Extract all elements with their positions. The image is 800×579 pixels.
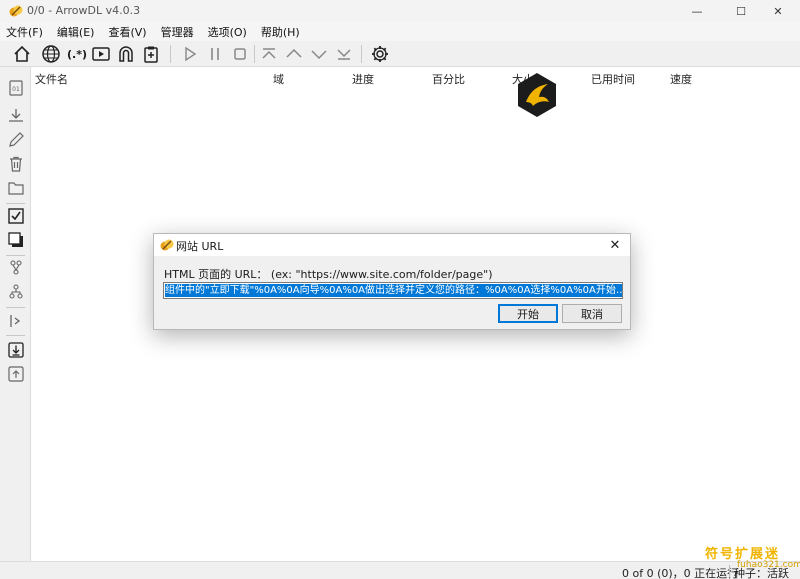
move-down-icon[interactable]	[308, 43, 330, 65]
menu-manager[interactable]: 管理器	[161, 24, 194, 40]
folder-icon[interactable]	[5, 177, 27, 199]
menu-help[interactable]: 帮助(H)	[261, 24, 300, 40]
menu-bar: 文件(F) 编辑(E) 查看(V) 管理器 选项(O) 帮助(H)	[0, 22, 800, 41]
regex-icon[interactable]: (.*)	[65, 43, 89, 65]
trash-icon[interactable]	[5, 153, 27, 175]
url-field-label: HTML 页面的 URL： (ex: "https://www.site.com…	[164, 268, 493, 281]
sidebar-separator	[6, 203, 25, 204]
toolbar: (.*)	[0, 41, 800, 67]
menu-file[interactable]: 文件(F)	[6, 24, 43, 40]
column-header-elapsed[interactable]: 已用时间	[591, 71, 635, 87]
tree-collapse-icon[interactable]	[5, 281, 27, 303]
menu-view[interactable]: 查看(V)	[108, 24, 146, 40]
column-header-filename[interactable]: 文件名	[35, 71, 68, 87]
url-input-value: 组件中的"立即下载"%0A%0A向导%0A%0A做出选择并定义您的路径：%0A%…	[165, 284, 622, 297]
column-header-progress[interactable]: 进度	[352, 71, 374, 87]
menu-options[interactable]: 选项(O)	[208, 24, 247, 40]
close-window-button[interactable]: ✕	[756, 0, 800, 22]
select-invert-icon[interactable]	[5, 229, 27, 251]
sidebar-separator	[6, 307, 25, 308]
pause-icon[interactable]	[204, 43, 226, 65]
play-icon[interactable]	[179, 43, 201, 65]
sidebar-separator	[6, 255, 25, 256]
status-bar: 0 of 0 (0)，0 正在运行 种子：活跃	[0, 561, 800, 579]
column-header-speed[interactable]: 速度	[670, 71, 692, 87]
globe-icon[interactable]	[40, 43, 62, 65]
toolbar-separator	[170, 45, 171, 63]
dialog-close-icon[interactable]: ✕	[606, 236, 624, 254]
website-url-dialog: 网站 URL ✕ HTML 页面的 URL： (ex: "https://www…	[153, 233, 631, 330]
window-title: 0/0 - ArrowDL v4.0.3	[27, 4, 141, 17]
magnet-icon[interactable]	[115, 43, 137, 65]
svg-text:01: 01	[12, 86, 20, 93]
start-button[interactable]: 开始	[498, 304, 558, 323]
check-all-icon[interactable]	[5, 205, 27, 227]
sidebar-separator	[6, 335, 25, 336]
status-separator	[729, 565, 730, 577]
app-icon	[9, 5, 23, 17]
move-top-icon[interactable]	[258, 43, 280, 65]
open-folder-icon[interactable]	[5, 310, 27, 332]
side-toolbar: 01	[0, 67, 31, 561]
menu-edit[interactable]: 编辑(E)	[57, 24, 95, 40]
move-bottom-icon[interactable]	[333, 43, 355, 65]
dialog-title: 网站 URL	[176, 240, 224, 253]
url-input[interactable]: 组件中的"立即下载"%0A%0A向导%0A%0A做出选择并定义您的路径：%0A%…	[163, 282, 623, 299]
home-icon[interactable]	[11, 43, 33, 65]
edit-icon[interactable]	[5, 129, 27, 151]
stop-icon[interactable]	[229, 43, 251, 65]
settings-icon[interactable]	[369, 43, 391, 65]
title-bar: 0/0 - ArrowDL v4.0.3 — ☐ ✕	[0, 0, 800, 22]
status-summary: 0 of 0 (0)，0 正在运行	[622, 567, 739, 579]
toolbar-separator	[361, 45, 362, 63]
cancel-button[interactable]: 取消	[562, 304, 622, 323]
watermark-url: fuhao321.com	[737, 560, 800, 570]
import-icon[interactable]	[5, 339, 27, 361]
watermark-logo	[518, 73, 556, 117]
column-header-domain[interactable]: 域	[273, 71, 284, 87]
minimize-button[interactable]: —	[675, 0, 719, 22]
clipboard-icon[interactable]	[140, 43, 162, 65]
move-up-icon[interactable]	[283, 43, 305, 65]
dialog-title-bar: 网站 URL ✕	[154, 234, 630, 256]
toolbar-separator	[254, 45, 255, 63]
download-icon[interactable]	[5, 105, 27, 127]
tree-expand-icon[interactable]	[5, 257, 27, 279]
dialog-app-icon	[160, 239, 174, 251]
info-icon[interactable]: 01	[5, 77, 27, 99]
video-icon[interactable]	[90, 43, 112, 65]
export-icon[interactable]	[5, 363, 27, 385]
column-header-percent[interactable]: 百分比	[432, 71, 465, 87]
